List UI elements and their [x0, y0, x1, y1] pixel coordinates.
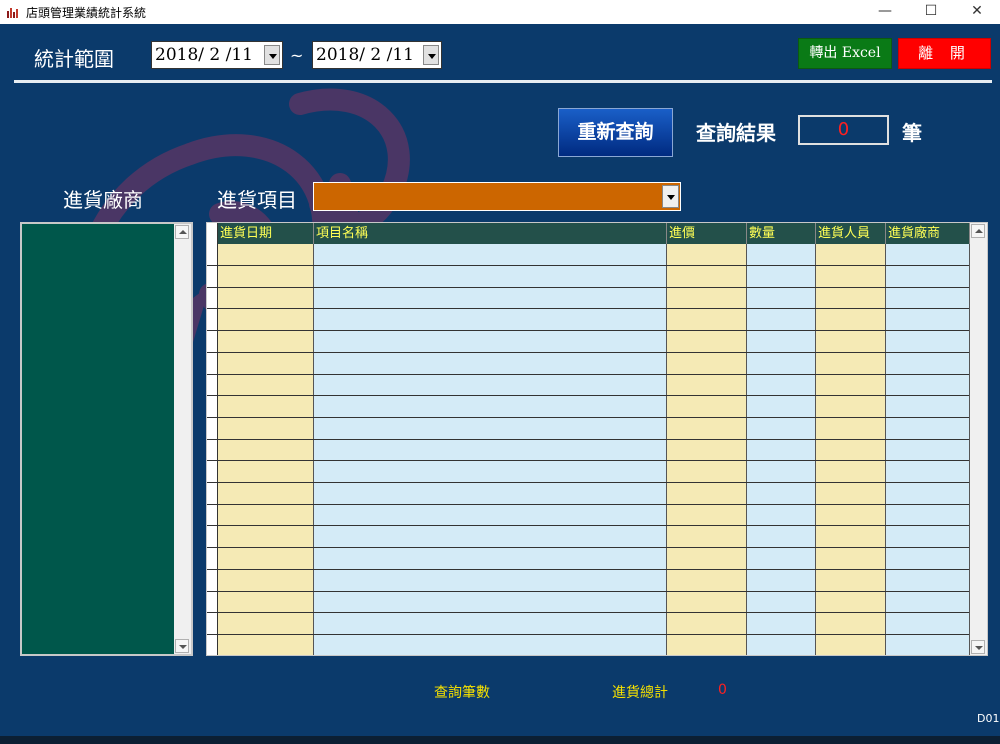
date-from-picker[interactable]: 2018/ 2 /11 [151, 41, 283, 69]
minimize-button[interactable]: — [862, 0, 908, 24]
grid-row-line [207, 395, 969, 397]
close-button[interactable]: ✕ [954, 0, 1000, 24]
grid-scrollbar[interactable] [970, 223, 987, 655]
result-unit: 筆 [902, 121, 922, 145]
item-select[interactable] [313, 182, 681, 211]
date-to-dropdown-icon[interactable] [423, 45, 439, 65]
grid-row-line [207, 351, 969, 353]
grid-row-line [207, 416, 969, 418]
grid-header-vendor[interactable]: 進貨廠商 [886, 223, 970, 244]
main-form: 統計範圍 2018/ 2 /11 ~ 2018/ 2 /11 轉出 Excel … [0, 24, 1000, 736]
grid-row-line [207, 525, 969, 527]
grid-header-date[interactable]: 進貨日期 [218, 223, 314, 244]
col-vendor [886, 244, 970, 655]
grid-row-line [207, 308, 969, 310]
grid-header-price[interactable]: 進價 [667, 223, 747, 244]
grid-header-item-name[interactable]: 項目名稱 [314, 223, 667, 244]
scroll-down-icon[interactable] [175, 639, 189, 653]
purchase-total-label: 進貨總計 [612, 685, 668, 701]
date-from-dropdown-icon[interactable] [264, 45, 280, 65]
vendor-list[interactable] [20, 222, 193, 656]
grid-row-line [207, 265, 969, 266]
bottom-strip [0, 736, 1000, 744]
grid-row-line [207, 503, 969, 505]
date-to-picker[interactable]: 2018/ 2 /11 [312, 41, 442, 69]
grid-row-line [207, 568, 969, 570]
header-divider [14, 80, 992, 83]
title-bar: 店頭管理業績統計系統 — ☐ ✕ [0, 0, 1000, 24]
grid-row-line [207, 460, 969, 462]
grid-row-line [207, 482, 969, 483]
grid-row-line [207, 373, 969, 375]
scroll-up-icon[interactable] [175, 225, 189, 239]
vendor-list-scrollbar[interactable] [174, 224, 191, 654]
grid-row-line [207, 438, 969, 440]
maximize-button[interactable]: ☐ [908, 0, 954, 24]
purchase-total-value: 0 [718, 682, 727, 698]
result-label: 查詢結果 [696, 121, 776, 145]
requery-button[interactable]: 重新查詢 [558, 108, 673, 157]
grid-row-line [207, 633, 969, 635]
grid-header-staff[interactable]: 進貨人員 [816, 223, 886, 244]
query-count-label: 查詢筆數 [434, 685, 490, 701]
col-qty [747, 244, 816, 655]
grid-header-qty[interactable]: 數量 [747, 223, 816, 244]
grid-row-line [207, 330, 969, 332]
purchase-grid[interactable]: 進貨日期 項目名稱 進價 數量 進貨人員 進貨廠商 [206, 222, 988, 656]
grid-row-line [207, 590, 969, 592]
item-dropdown-icon[interactable] [662, 185, 679, 208]
grid-row-line [207, 612, 969, 614]
date-from-value: 2018/ 2 /11 [155, 45, 253, 65]
vendor-label: 進貨廠商 [63, 188, 143, 212]
col-price [667, 244, 747, 655]
range-label: 統計範圍 [34, 47, 114, 71]
exit-button[interactable]: 離 開 [898, 38, 991, 69]
grid-row-line [207, 547, 969, 549]
grid-row-line [207, 286, 969, 288]
scroll-down-icon[interactable] [971, 640, 985, 654]
form-code: D01 [977, 712, 1000, 725]
date-separator: ~ [290, 46, 304, 65]
result-count: 0 [798, 115, 889, 145]
bar-chart-icon [6, 6, 20, 18]
col-item-name [314, 244, 667, 655]
date-to-value: 2018/ 2 /11 [316, 45, 414, 65]
col-staff [816, 244, 886, 655]
item-label: 進貨項目 [217, 188, 297, 212]
scroll-up-icon[interactable] [971, 224, 985, 238]
window-title: 店頭管理業績統計系統 [26, 6, 147, 20]
col-date [218, 244, 314, 655]
export-excel-button[interactable]: 轉出 Excel [798, 38, 892, 69]
